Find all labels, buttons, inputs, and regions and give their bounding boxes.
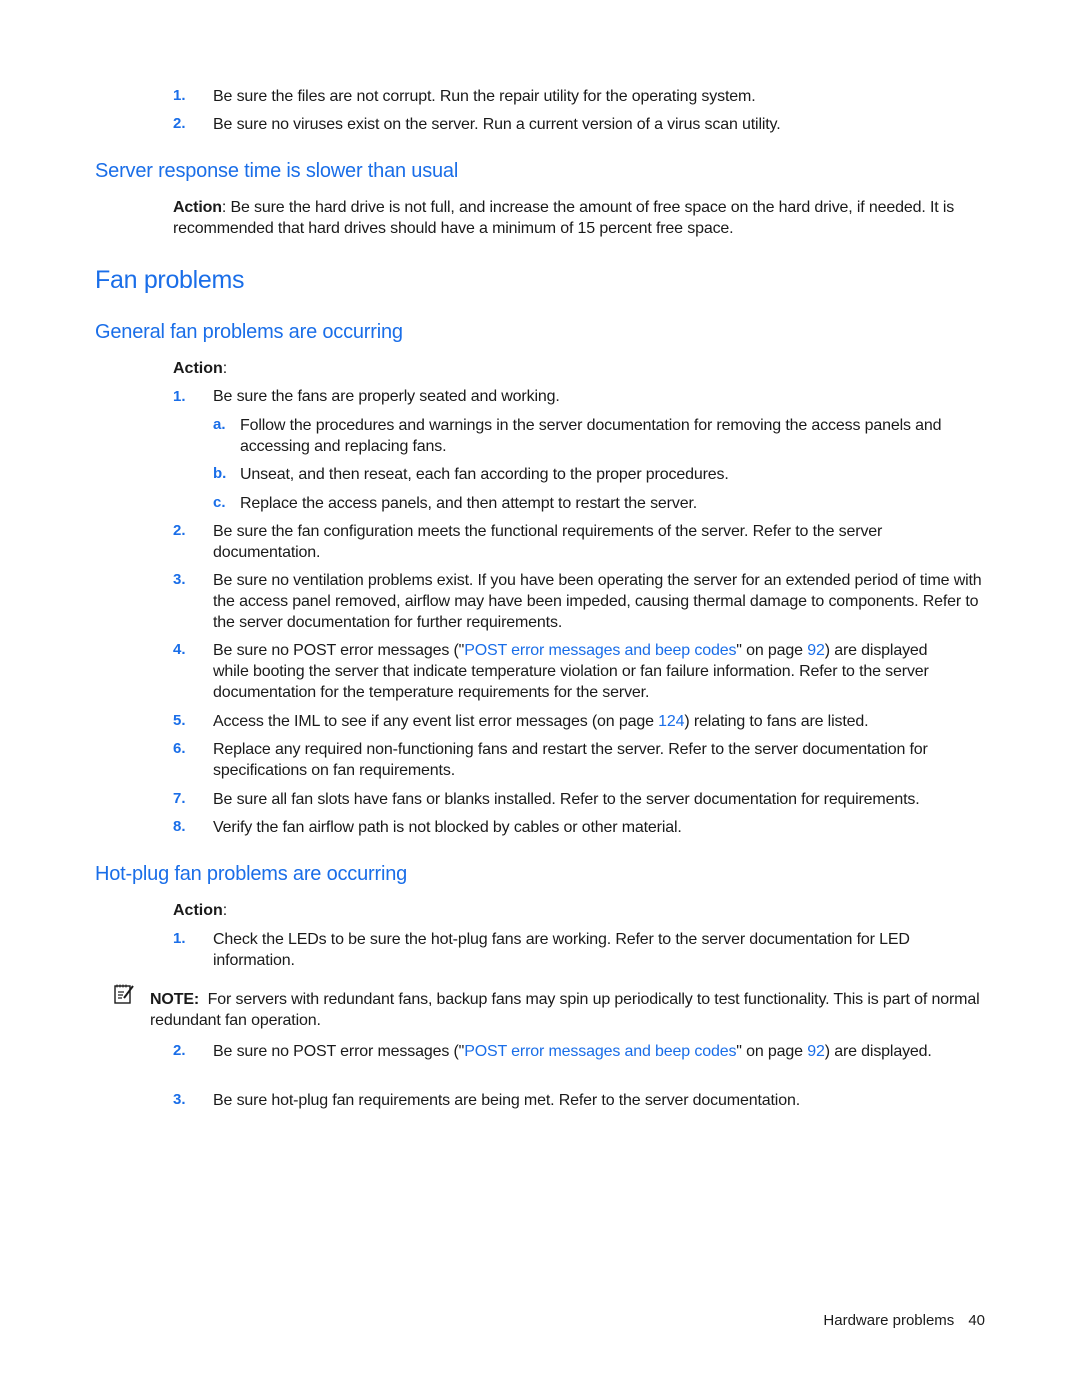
step-text: Check the LEDs to be sure the hot-plug f… bbox=[213, 931, 910, 969]
page-number: 40 bbox=[968, 1312, 985, 1329]
text: Be sure no POST error messages (" bbox=[213, 642, 465, 659]
note-text: For servers with redundant fans, backup … bbox=[150, 991, 980, 1029]
step-text: Be sure hot-plug fan requirements are be… bbox=[213, 1092, 800, 1109]
text: ) relating to fans are listed. bbox=[684, 713, 869, 730]
substep-letter: c. bbox=[213, 494, 226, 511]
footer-section-title: Hardware problems bbox=[823, 1312, 955, 1329]
step-number: 2. bbox=[173, 522, 186, 539]
page-link[interactable]: 92 bbox=[807, 1043, 825, 1060]
step-text: Be sure the fans are properly seated and… bbox=[213, 388, 560, 405]
text: Be sure no POST error messages (" bbox=[213, 1043, 465, 1060]
text: " on page bbox=[736, 1043, 808, 1060]
step-number: 8. bbox=[173, 818, 186, 835]
note-label: NOTE: bbox=[150, 991, 200, 1008]
section-heading-server-response: Server response time is slower than usua… bbox=[95, 160, 459, 182]
step-text: Be sure no POST error messages ("POST er… bbox=[213, 1041, 953, 1062]
action-text: : Be sure the hard drive is not full, an… bbox=[173, 199, 955, 237]
step-number: 5. bbox=[173, 712, 186, 729]
substep-text: Replace the access panels, and then atte… bbox=[240, 495, 698, 512]
text: " on page bbox=[736, 642, 808, 659]
step-text: Be sure no ventilation problems exist. I… bbox=[213, 572, 982, 631]
substep-text: Unseat, and then reseat, each fan accord… bbox=[240, 466, 729, 483]
step-number: 2. bbox=[173, 1042, 186, 1059]
post-error-link[interactable]: POST error messages and beep codes bbox=[464, 1043, 736, 1060]
action-heading: Action: bbox=[173, 358, 227, 379]
step-text: Access the IML to see if any event list … bbox=[213, 711, 988, 732]
page-link[interactable]: 92 bbox=[807, 642, 825, 659]
action-label: Action bbox=[173, 902, 223, 919]
text: Access the IML to see if any event list … bbox=[213, 713, 659, 730]
action-label: Action bbox=[173, 199, 222, 216]
step-number: 3. bbox=[173, 571, 186, 588]
note-content: NOTE: For servers with redundant fans, b… bbox=[150, 989, 980, 1031]
step-number: 1. bbox=[173, 930, 186, 947]
list-number: 2. bbox=[173, 115, 186, 132]
list-text: Be sure no viruses exist on the server. … bbox=[213, 116, 781, 133]
action-colon: : bbox=[222, 902, 228, 919]
section-heading-hotplug-fan: Hot-plug fan problems are occurring bbox=[95, 863, 408, 885]
list-text: Be sure the files are not corrupt. Run t… bbox=[213, 88, 756, 105]
page-link[interactable]: 124 bbox=[658, 713, 684, 730]
step-number: 3. bbox=[173, 1091, 186, 1108]
page-footer: Hardware problems 40 bbox=[823, 1312, 985, 1329]
step-number: 6. bbox=[173, 740, 186, 757]
step-number: 7. bbox=[173, 790, 186, 807]
action-colon: : bbox=[222, 360, 228, 377]
step-text: Be sure all fan slots have fans or blank… bbox=[213, 791, 920, 808]
step-text: Replace any required non-functioning fan… bbox=[213, 741, 928, 779]
step-text: Verify the fan airflow path is not block… bbox=[213, 819, 682, 836]
post-error-link[interactable]: POST error messages and beep codes bbox=[464, 642, 736, 659]
step-number: 1. bbox=[173, 388, 186, 405]
step-number: 4. bbox=[173, 641, 186, 658]
text: ) are displayed. bbox=[824, 1043, 932, 1060]
action-label: Action bbox=[173, 360, 223, 377]
note-icon bbox=[114, 984, 134, 1004]
action-heading: Action: bbox=[173, 900, 227, 921]
section-heading-general-fan: General fan problems are occurring bbox=[95, 321, 403, 343]
substep-text: Follow the procedures and warnings in th… bbox=[240, 417, 942, 455]
step-text: Be sure the fan configuration meets the … bbox=[213, 523, 883, 561]
page-heading-fan-problems: Fan problems bbox=[95, 266, 245, 294]
list-number: 1. bbox=[173, 87, 186, 104]
server-response-action: Action: Be sure the hard drive is not fu… bbox=[173, 197, 973, 239]
substep-letter: a. bbox=[213, 416, 226, 433]
substep-letter: b. bbox=[213, 465, 227, 482]
step-text: Be sure no POST error messages ("POST er… bbox=[213, 640, 953, 703]
